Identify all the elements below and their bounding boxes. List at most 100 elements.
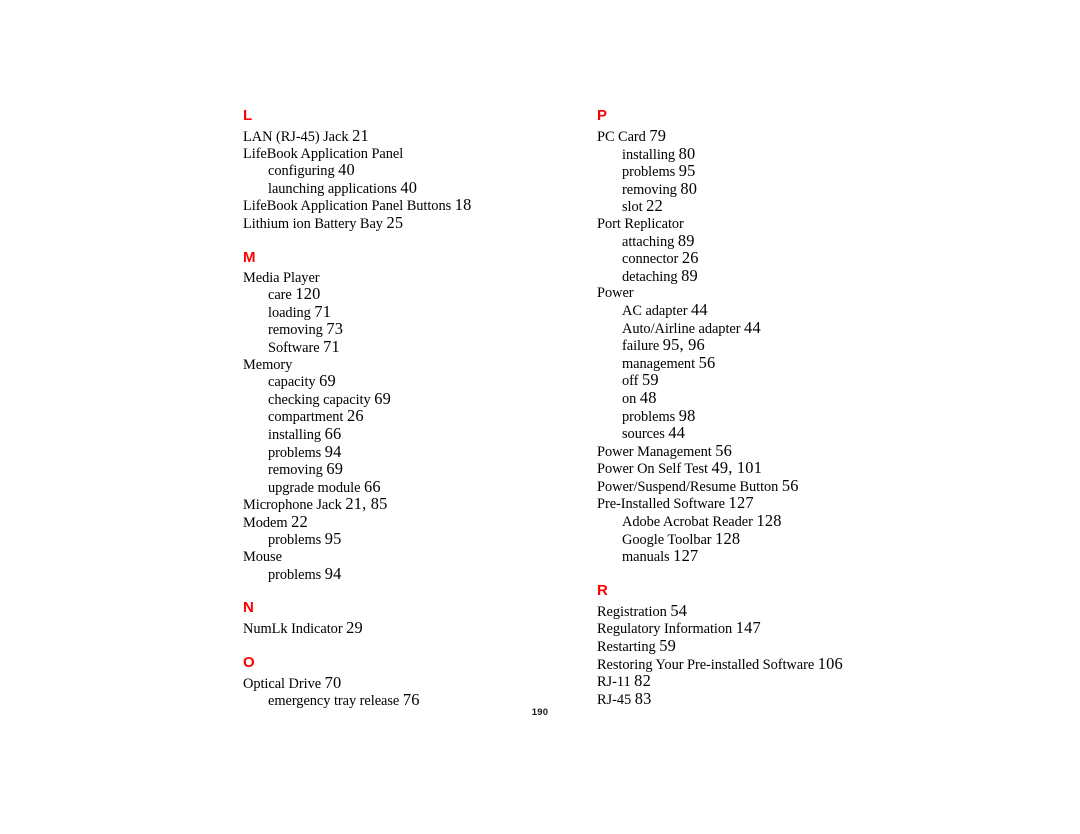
index-entry-pages: 54: [670, 600, 688, 620]
index-subentry: care 120: [243, 284, 543, 304]
index-entry-pages: 40: [338, 160, 355, 180]
index-entry: LAN (RJ-45) Jack 21: [243, 127, 543, 146]
index-entry: Port Replicator: [597, 216, 897, 233]
index-subentry: Google Toolbar 128: [597, 530, 897, 549]
index-entry-term: RJ-11: [597, 674, 631, 691]
index-entry-pages: 127: [728, 493, 754, 513]
index-entry-term: Restoring Your Pre-installed Software: [597, 656, 815, 673]
index-entry-pages: 44: [691, 299, 708, 319]
index-entry: LifeBook Application Panel: [243, 146, 543, 163]
index-column-left: L LAN (RJ-45) Jack 21 LifeBook Application…: [243, 108, 543, 710]
index-subentry: connector 26: [597, 249, 897, 268]
index-entry-pages: 95: [678, 161, 696, 181]
index-subentry: problems 98: [597, 405, 897, 426]
index-subentry: configuring 40: [243, 160, 543, 180]
index-subentry: on 48: [597, 387, 897, 408]
index-entry-pages: 44: [668, 423, 686, 443]
index-subentry: loading 71: [243, 303, 543, 322]
index-entry-pages: 56: [715, 440, 733, 460]
index-entry-term: problems: [622, 164, 676, 181]
index-entry-pages: 49, 101: [711, 458, 763, 478]
index-entry-pages: 127: [673, 546, 699, 566]
index-entry: Regulatory Information 147: [597, 620, 897, 638]
index-entry-pages: 69: [319, 371, 336, 391]
index-entry-term: removing: [268, 322, 323, 339]
index-entry-term: detaching: [622, 268, 678, 285]
index-entry-term: Software: [268, 339, 320, 356]
index-entry-term: Optical Drive: [243, 675, 322, 692]
index-entry-term: off: [622, 373, 639, 390]
index-subentry: installing 66: [243, 425, 543, 444]
index-subentry: Auto/Airline adapter 44: [597, 317, 897, 338]
index-entry-term: on: [622, 390, 637, 407]
index-entry-pages: 66: [363, 476, 381, 496]
index-subentry: checking capacity 69: [243, 388, 543, 409]
index-entry-pages: 40: [400, 177, 418, 197]
index-entry-pages: 147: [735, 618, 761, 638]
index-entry-term: connector: [622, 251, 679, 268]
index-entry-pages: 89: [681, 265, 698, 285]
index-entry-term: removing: [268, 462, 323, 479]
index-entry-term: RJ-45: [597, 691, 632, 708]
index-entry: Pre-Installed Software 127: [597, 495, 897, 513]
index-subentry: problems 94: [243, 443, 543, 462]
index-entry-term: Power Management: [597, 443, 712, 460]
index-entry-pages: 79: [649, 126, 667, 145]
index-entry-pages: 120: [295, 284, 321, 304]
index-subentry: detaching 89: [597, 265, 897, 286]
index-subentry: compartment 26: [243, 408, 543, 426]
index-entry-pages: 59: [659, 636, 677, 656]
index-entry-pages: 44: [744, 317, 761, 337]
index-subentry: removing 69: [243, 460, 543, 479]
index-entry-term: management: [622, 355, 696, 372]
page-number: 190: [531, 707, 549, 718]
index-entry: Restarting 59: [597, 636, 897, 656]
index-entry-term: loading: [268, 304, 311, 321]
index-entry-term: PC Card: [597, 129, 646, 145]
index-entry-term: AC adapter: [622, 302, 688, 319]
index-subentry: launching applications 40: [243, 177, 543, 198]
section-letter: P: [597, 107, 608, 124]
index-entry-pages: 48: [639, 387, 657, 407]
index-entry-pages: 21, 85: [345, 494, 388, 514]
index-entry-term: checking capacity: [268, 391, 371, 408]
index-entry-term: Regulatory Information: [597, 621, 733, 638]
index-entry-term: slot: [622, 199, 643, 216]
index-entry-pages: 89: [677, 230, 695, 250]
index-entry-pages: 69: [374, 388, 391, 408]
index-entry-pages: 71: [323, 336, 340, 356]
index-entry: Modem 22: [243, 511, 543, 532]
index-entry-term: Google Toolbar: [622, 531, 712, 548]
index-subentry: problems 95: [243, 531, 543, 549]
index-column-right: P PC Card 79 installing 80 problems 95 remov…: [597, 108, 897, 708]
index-entry: Power On Self Test 49, 101: [597, 458, 897, 478]
index-entry-term: Adobe Acrobat Reader: [622, 514, 753, 531]
index-subentry: installing 80: [597, 145, 897, 164]
index-entry-term: capacity: [268, 374, 316, 391]
section-letter: O: [243, 653, 255, 671]
index-entry-term: attaching: [622, 233, 675, 250]
index-entry-pages: 106: [817, 653, 843, 673]
index-entry-pages: 29: [346, 618, 363, 638]
index-entry: Optical Drive 70: [243, 674, 543, 693]
index-entry-term: upgrade module: [268, 479, 361, 496]
index-subentry: problems 94: [243, 565, 543, 584]
index-entry-term: problems: [622, 408, 676, 425]
index-entry-pages: 56: [698, 352, 716, 372]
index-entry-term: Mouse: [243, 549, 282, 566]
index-entry-term: installing: [268, 426, 322, 443]
index-entry-pages: 22: [291, 511, 308, 531]
index-entry-pages: 26: [346, 406, 364, 426]
index-entry-pages: 83: [634, 688, 652, 708]
index-entry-term: launching applications: [268, 180, 397, 197]
index-entry-pages: 128: [756, 511, 782, 531]
section-letter: R: [597, 581, 608, 599]
section-letter: M: [243, 248, 256, 266]
index-entry-term: care: [268, 287, 292, 304]
index-subentry: attaching 89: [597, 230, 897, 251]
index-entry-term: sources: [622, 426, 665, 443]
index-entry: Microphone Jack 21, 85: [243, 494, 543, 514]
index-entry-term: manuals: [622, 549, 670, 566]
section-letter: L: [243, 107, 253, 124]
index-entry-pages: 98: [678, 405, 696, 425]
